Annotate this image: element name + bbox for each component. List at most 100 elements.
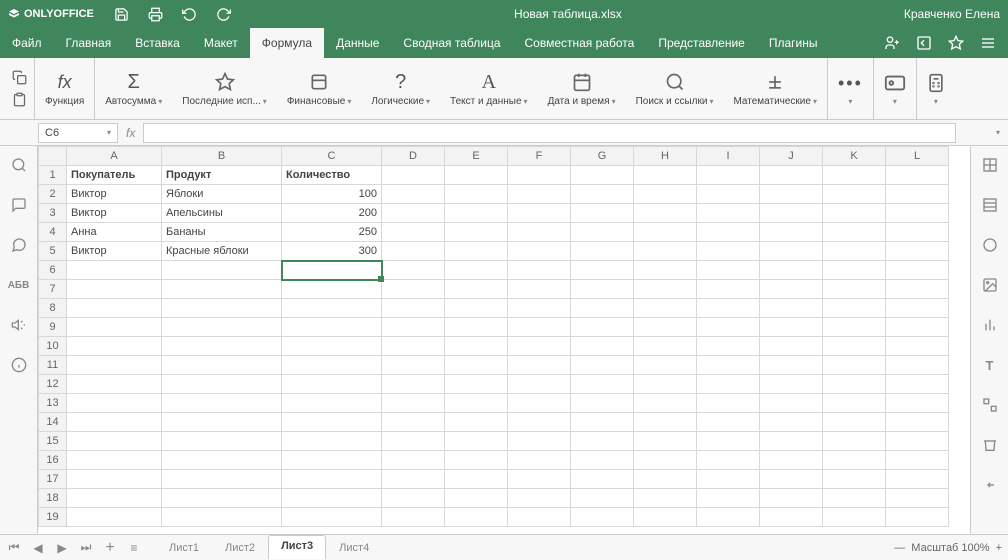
cell[interactable] bbox=[886, 280, 949, 299]
row-header[interactable]: 17 bbox=[39, 470, 67, 489]
cell[interactable] bbox=[697, 280, 760, 299]
cell[interactable] bbox=[760, 394, 823, 413]
cell[interactable] bbox=[760, 204, 823, 223]
cell[interactable]: Покупатель bbox=[67, 166, 162, 185]
col-header[interactable]: D bbox=[382, 147, 445, 166]
cell[interactable] bbox=[760, 489, 823, 508]
cell[interactable] bbox=[760, 280, 823, 299]
row-header[interactable]: 19 bbox=[39, 508, 67, 527]
comments-icon[interactable] bbox=[10, 196, 28, 214]
sheet-tab[interactable]: Лист2 bbox=[212, 537, 268, 559]
row-header[interactable]: 14 bbox=[39, 413, 67, 432]
cell[interactable] bbox=[508, 204, 571, 223]
cell[interactable] bbox=[823, 375, 886, 394]
first-sheet-button[interactable]: ⏮ bbox=[6, 540, 22, 556]
cell[interactable] bbox=[886, 413, 949, 432]
row-header[interactable]: 1 bbox=[39, 166, 67, 185]
cell[interactable] bbox=[760, 337, 823, 356]
cell[interactable] bbox=[571, 280, 634, 299]
cell[interactable] bbox=[823, 394, 886, 413]
row-header[interactable]: 8 bbox=[39, 299, 67, 318]
cell[interactable] bbox=[67, 318, 162, 337]
cell[interactable] bbox=[697, 223, 760, 242]
cell[interactable] bbox=[382, 337, 445, 356]
menu-insert[interactable]: Вставка bbox=[123, 28, 192, 58]
cell[interactable] bbox=[697, 166, 760, 185]
cell[interactable] bbox=[162, 299, 282, 318]
cell[interactable] bbox=[508, 318, 571, 337]
menu-formula[interactable]: Формула bbox=[250, 28, 324, 58]
cell[interactable] bbox=[760, 356, 823, 375]
cell[interactable] bbox=[508, 261, 571, 280]
undo-icon[interactable] bbox=[182, 6, 198, 22]
cell[interactable] bbox=[282, 451, 382, 470]
cell[interactable] bbox=[823, 280, 886, 299]
cell[interactable] bbox=[162, 318, 282, 337]
cell[interactable] bbox=[634, 375, 697, 394]
cell[interactable] bbox=[697, 413, 760, 432]
cell[interactable] bbox=[634, 451, 697, 470]
cell[interactable] bbox=[823, 432, 886, 451]
spreadsheet-grid[interactable]: A B C D E F G H I J K L 1ПокупательПроду… bbox=[38, 146, 970, 534]
col-header[interactable]: L bbox=[886, 147, 949, 166]
cell[interactable] bbox=[382, 489, 445, 508]
prev-sheet-button[interactable]: ◀ bbox=[30, 540, 46, 556]
user-name[interactable]: Кравченко Елена bbox=[904, 7, 1000, 21]
chart-settings-icon[interactable] bbox=[981, 316, 999, 334]
location-icon[interactable] bbox=[916, 35, 932, 51]
cell[interactable] bbox=[823, 223, 886, 242]
menu-view[interactable]: Представление bbox=[646, 28, 757, 58]
signature-settings-icon[interactable] bbox=[981, 476, 999, 494]
cell[interactable] bbox=[382, 280, 445, 299]
cell[interactable] bbox=[67, 356, 162, 375]
cell[interactable] bbox=[445, 375, 508, 394]
row-header[interactable]: 10 bbox=[39, 337, 67, 356]
cell[interactable] bbox=[697, 489, 760, 508]
ribbon-function[interactable]: fx Функция bbox=[35, 58, 95, 119]
cell[interactable]: Количество bbox=[282, 166, 382, 185]
slicer-settings-icon[interactable] bbox=[981, 436, 999, 454]
cell[interactable] bbox=[697, 470, 760, 489]
cell[interactable] bbox=[886, 337, 949, 356]
cell[interactable] bbox=[697, 261, 760, 280]
cell[interactable] bbox=[634, 166, 697, 185]
sheet-tab-active[interactable]: Лист3 bbox=[268, 535, 326, 559]
cell[interactable] bbox=[445, 280, 508, 299]
cell[interactable] bbox=[634, 242, 697, 261]
col-header[interactable]: I bbox=[697, 147, 760, 166]
cell[interactable] bbox=[571, 166, 634, 185]
cell[interactable] bbox=[571, 375, 634, 394]
cell[interactable] bbox=[697, 451, 760, 470]
cell[interactable] bbox=[886, 299, 949, 318]
cell[interactable] bbox=[508, 470, 571, 489]
ribbon-datetime[interactable]: Дата и время▾ bbox=[538, 58, 626, 119]
cell[interactable] bbox=[760, 166, 823, 185]
cell[interactable]: 250 bbox=[282, 223, 382, 242]
cell[interactable] bbox=[445, 223, 508, 242]
cell[interactable] bbox=[282, 337, 382, 356]
cell[interactable] bbox=[282, 299, 382, 318]
cell[interactable] bbox=[760, 470, 823, 489]
cell[interactable] bbox=[571, 185, 634, 204]
row-header[interactable]: 18 bbox=[39, 489, 67, 508]
cell[interactable] bbox=[823, 508, 886, 527]
cell[interactable] bbox=[571, 337, 634, 356]
cell[interactable] bbox=[697, 508, 760, 527]
find-icon[interactable] bbox=[10, 156, 28, 174]
zoom-in-button[interactable]: + bbox=[996, 542, 1002, 554]
cell[interactable] bbox=[67, 280, 162, 299]
cell[interactable] bbox=[382, 356, 445, 375]
cell[interactable] bbox=[760, 223, 823, 242]
cell[interactable] bbox=[823, 356, 886, 375]
cell[interactable] bbox=[382, 166, 445, 185]
cell[interactable] bbox=[571, 204, 634, 223]
cell[interactable] bbox=[508, 413, 571, 432]
menu-more-icon[interactable] bbox=[980, 35, 996, 51]
cell[interactable] bbox=[445, 337, 508, 356]
cell[interactable] bbox=[697, 375, 760, 394]
name-box[interactable]: C6 ▾ bbox=[38, 123, 118, 143]
menu-pivot[interactable]: Сводная таблица bbox=[391, 28, 512, 58]
cell[interactable] bbox=[162, 470, 282, 489]
cell[interactable] bbox=[571, 489, 634, 508]
ribbon-lookup[interactable]: Поиск и ссылки▾ bbox=[626, 58, 724, 119]
